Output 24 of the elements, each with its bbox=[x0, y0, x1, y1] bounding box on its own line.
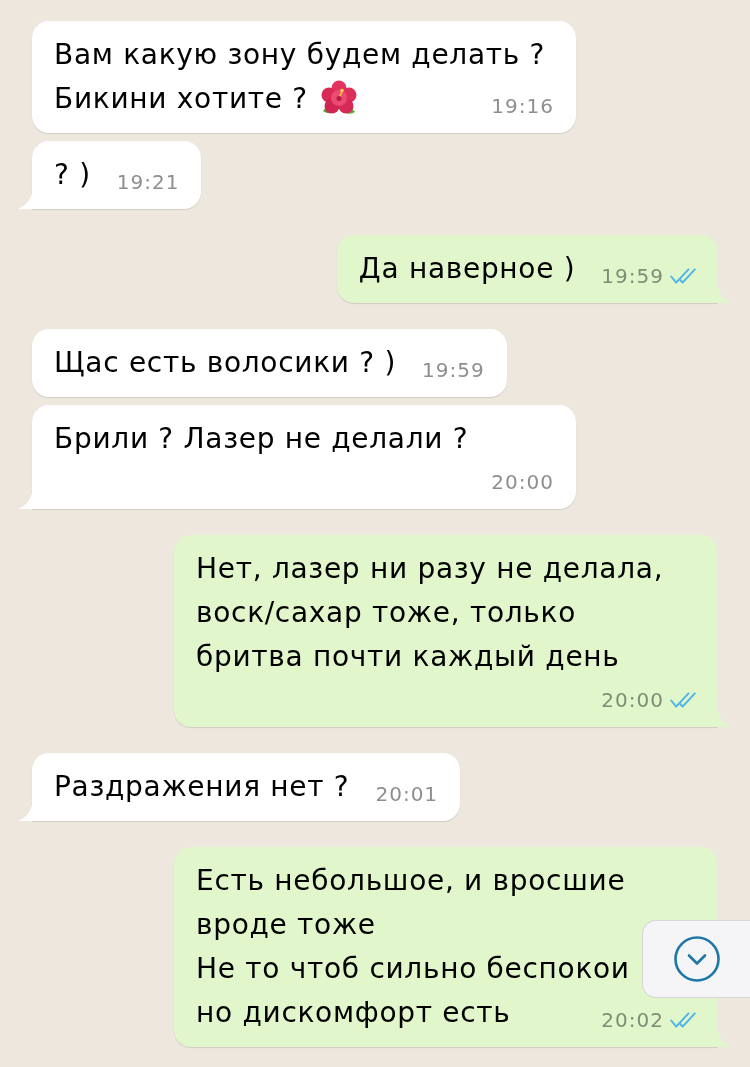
message-text: вроде тоже bbox=[196, 907, 376, 943]
circled-chevron-down-icon bbox=[673, 936, 720, 982]
message-time: 19:21 bbox=[116, 169, 180, 196]
message-time: 19:59 bbox=[422, 357, 485, 384]
message-text: бритва почти каждый день bbox=[196, 639, 620, 675]
message-text: Вам какую зону будем делать ? bbox=[54, 37, 546, 73]
message-time: 20:02 bbox=[601, 1007, 664, 1034]
message-time: 19:16 bbox=[491, 93, 554, 120]
scroll-down-button[interactable] bbox=[642, 920, 750, 998]
message-time: 20:00 bbox=[601, 687, 664, 714]
message-text: Щас есть волосики ? ) bbox=[54, 345, 397, 381]
message-text: Бикини хотите ? bbox=[54, 81, 308, 117]
message-text: Нет, лазер ни разу не делала, bbox=[196, 551, 664, 587]
message-text: Раздражения нет ? bbox=[54, 769, 350, 805]
message-time: 20:01 bbox=[375, 781, 439, 808]
message-text: но дискомфорт есть bbox=[196, 995, 511, 1031]
message-time: 19:59 bbox=[601, 263, 664, 290]
message-text: Не то чтоб сильно беспокои bbox=[196, 951, 630, 987]
message-text: ? ) bbox=[54, 157, 91, 193]
message-text: Да наверное ) bbox=[358, 251, 576, 287]
message-text: Брили ? Лазер не делали ? bbox=[54, 421, 469, 457]
message-text: Есть небольшое, и вросшие bbox=[196, 863, 626, 899]
message-text: воск/сахар тоже, только bbox=[196, 595, 576, 631]
message-time: 20:00 bbox=[491, 469, 554, 496]
